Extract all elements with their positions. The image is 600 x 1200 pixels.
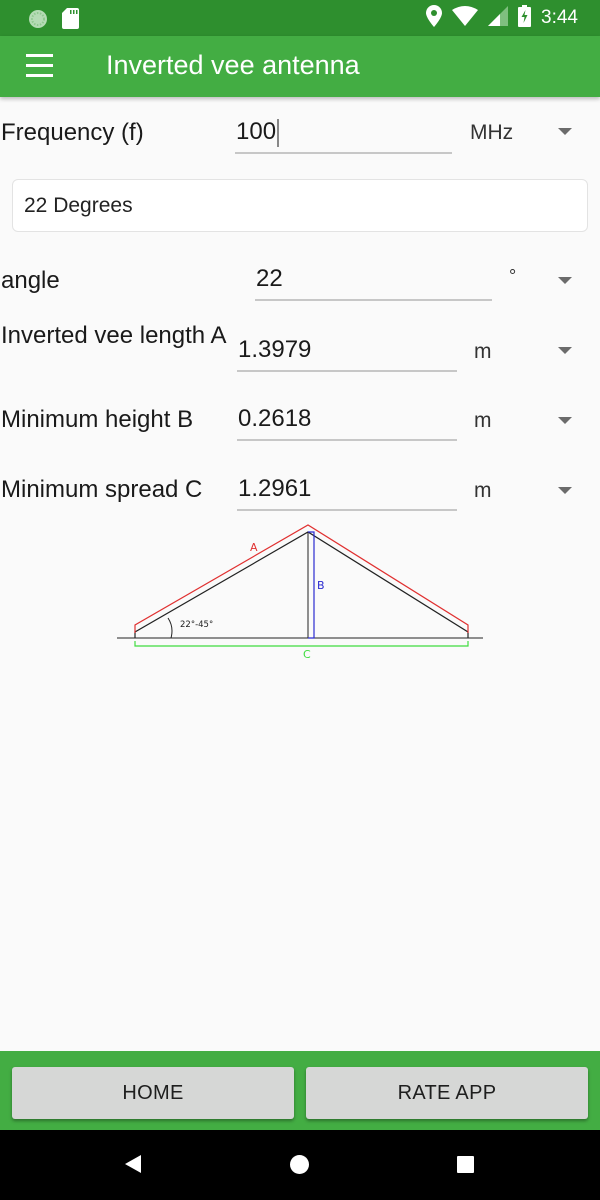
chevron-down-icon[interactable] — [558, 277, 572, 284]
chevron-down-icon[interactable] — [558, 417, 572, 424]
hamburger-menu-icon[interactable] — [24, 54, 56, 80]
battery-charging-icon — [518, 4, 532, 32]
text-cursor — [277, 118, 280, 147]
back-icon[interactable] — [125, 1155, 141, 1173]
status-time: 3:44 — [541, 7, 578, 28]
spread-c-label: Minimum spread C — [1, 476, 203, 503]
length-a-unit-select[interactable]: m — [474, 338, 492, 366]
dimension-c — [134, 641, 469, 647]
dimension-a — [134, 524, 469, 633]
bottom-bar: HOME RATE APP — [0, 1051, 600, 1130]
chevron-down-icon[interactable] — [558, 347, 572, 354]
signal-icon — [488, 5, 509, 31]
frequency-label: Frequency (f) — [1, 119, 144, 146]
system-nav-bar — [0, 1130, 600, 1200]
recents-icon[interactable] — [457, 1156, 474, 1173]
chevron-down-icon[interactable] — [558, 487, 572, 494]
length-a-row: Inverted vee length A 1.3979 m — [0, 320, 600, 380]
angle-unit-select[interactable]: ° — [509, 262, 516, 290]
rate-app-button[interactable]: RATE APP — [306, 1067, 588, 1119]
status-bar: 3:44 — [0, 0, 600, 36]
chevron-down-icon[interactable] — [558, 128, 572, 135]
location-icon — [426, 4, 443, 32]
frequency-row: Frequency (f) 100 MHz — [0, 110, 600, 160]
home-button[interactable]: HOME — [12, 1067, 294, 1119]
antenna-diagram: A B C 22°-45° — [117, 524, 483, 661]
dimension-b — [308, 531, 315, 639]
frequency-input[interactable]: 100 — [235, 114, 452, 154]
label-b: B — [317, 579, 325, 592]
frequency-unit-select[interactable]: MHz — [470, 119, 513, 147]
spread-c-unit-select[interactable]: m — [474, 477, 492, 505]
frequency-value: 100 — [236, 118, 277, 145]
height-b-unit-select[interactable]: m — [474, 407, 492, 435]
height-b-input[interactable]: 0.2618 — [237, 401, 457, 441]
angle-range-label: 22°-45° — [180, 620, 213, 630]
sd-card-icon — [62, 8, 79, 34]
angle-input[interactable]: 22 — [255, 261, 492, 301]
home-icon[interactable] — [290, 1155, 309, 1174]
page-title: Inverted vee antenna — [106, 50, 360, 80]
length-a-input[interactable]: 1.3979 — [237, 332, 457, 372]
height-b-label: Minimum height B — [1, 406, 194, 433]
angle-preset-select[interactable]: 22 Degrees — [12, 179, 588, 232]
label-c: C — [303, 648, 311, 661]
spread-c-row: Minimum spread C 1.2961 m — [0, 465, 600, 515]
angle-label: angle — [1, 267, 60, 294]
wifi-icon — [452, 5, 479, 31]
length-a-label: Inverted vee length A — [1, 322, 227, 349]
height-b-row: Minimum height B 0.2618 m — [0, 395, 600, 445]
spread-c-input[interactable]: 1.2961 — [237, 471, 457, 511]
angle-arc — [167, 617, 173, 639]
label-a: A — [250, 541, 258, 554]
sync-icon — [28, 9, 48, 34]
app-bar: Inverted vee antenna — [0, 36, 600, 97]
angle-row: angle 22 ° — [0, 258, 600, 308]
